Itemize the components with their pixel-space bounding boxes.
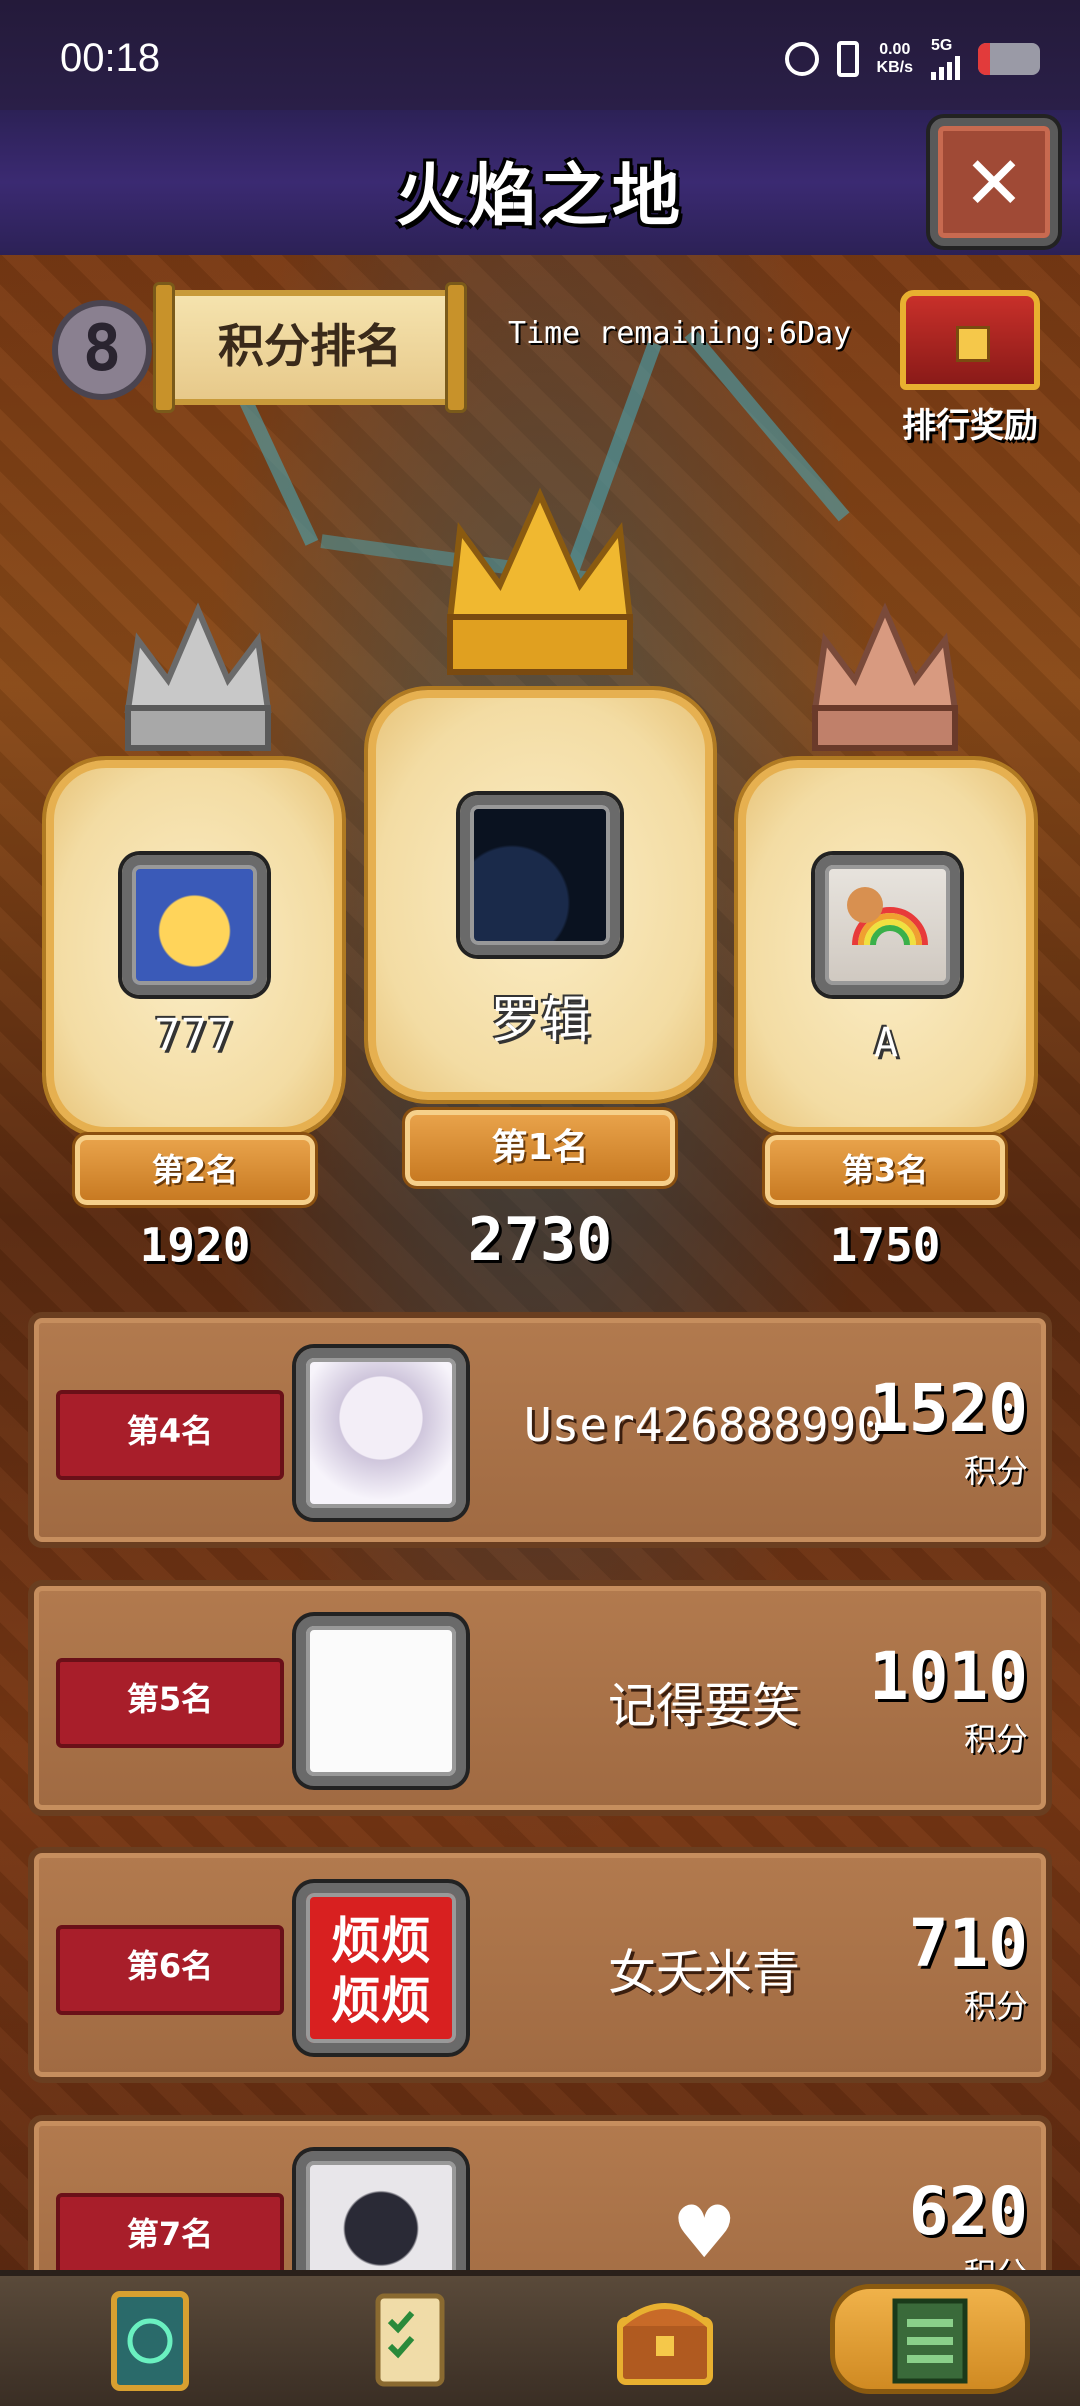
status-time: 00:18 bbox=[60, 36, 161, 80]
user-score: 1010 bbox=[869, 1638, 1028, 1715]
podium-score-2: 1920 bbox=[139, 1218, 251, 1272]
silver-crown-icon bbox=[118, 600, 278, 760]
season-badge[interactable]: 8 bbox=[52, 300, 152, 400]
avatar bbox=[815, 855, 960, 995]
treasure-chest-icon bbox=[900, 290, 1040, 390]
net-speed-value: 0.00 bbox=[879, 41, 911, 58]
podium-name-2: 777 bbox=[154, 1010, 234, 1061]
signal-icon: 5G bbox=[931, 38, 960, 80]
avatar bbox=[296, 1348, 466, 1518]
avatar bbox=[460, 795, 620, 955]
title-bar: 火焰之地 ✕ bbox=[0, 110, 1080, 255]
podium-rank-1: 第1名 bbox=[405, 1110, 675, 1186]
list-item[interactable]: 第4名 User426888990 1520 积分 bbox=[28, 1312, 1052, 1548]
rank-ribbon: 第4名 bbox=[56, 1390, 284, 1480]
leaderboard-icon bbox=[892, 2298, 968, 2384]
net-speed-unit: KB/s bbox=[876, 59, 913, 76]
status-icons: 0.00 KB/s 5G bbox=[784, 38, 1040, 80]
vibrate-icon bbox=[836, 41, 859, 77]
leaderboard-title: 积分排名 bbox=[153, 282, 467, 413]
status-bar: 00:18 0.00 KB/s 5G bbox=[0, 0, 1080, 110]
avatar bbox=[122, 855, 267, 995]
bronze-crown-icon bbox=[805, 600, 965, 760]
avatar: 烦烦 烦烦 bbox=[296, 1883, 466, 2053]
score-unit: 积分 bbox=[963, 1452, 1028, 1490]
treasure-chest-icon bbox=[617, 2303, 713, 2385]
user-name: 女夭米青 bbox=[607, 1945, 800, 2001]
podium-rank-3: 第3名 bbox=[765, 1135, 1005, 1205]
score-unit: 积分 bbox=[963, 1987, 1028, 2025]
avatar-text: 烦烦 bbox=[331, 1912, 431, 1970]
user-name: 记得要笑 bbox=[607, 1678, 800, 1734]
podium-name-1: 罗辑 bbox=[490, 991, 591, 1049]
user-name: User426888990 bbox=[523, 1398, 885, 1452]
close-button[interactable]: ✕ bbox=[930, 118, 1058, 246]
nav-treasure-chest[interactable] bbox=[610, 2286, 730, 2394]
avatar bbox=[296, 1616, 466, 1786]
signal-label: 5G bbox=[931, 37, 953, 54]
podium-name-3: A bbox=[873, 1020, 899, 1066]
page-title: 火焰之地 bbox=[395, 157, 684, 236]
close-icon: ✕ bbox=[966, 125, 1022, 230]
heart-icon[interactable]: ♥ bbox=[672, 2190, 737, 2274]
spell-card-icon bbox=[111, 2291, 189, 2391]
podium-score-1: 2730 bbox=[467, 1205, 613, 1275]
network-speed: 0.00 KB/s bbox=[877, 41, 913, 77]
score-unit: 积分 bbox=[963, 1720, 1028, 1758]
podium-rank-2: 第2名 bbox=[75, 1135, 315, 1205]
gold-crown-icon bbox=[440, 485, 640, 685]
rank-ribbon: 第6名 bbox=[56, 1925, 284, 2015]
user-score: 620 bbox=[908, 2173, 1028, 2250]
reward-label: 排行奖励 bbox=[902, 406, 1038, 446]
ranking-reward-button[interactable]: 排行奖励 bbox=[890, 290, 1050, 450]
list-item[interactable]: 第5名 记得要笑 1010 积分 bbox=[28, 1580, 1052, 1816]
bottom-nav bbox=[0, 2270, 1080, 2406]
user-score: 710 bbox=[908, 1905, 1028, 1982]
nav-spell-card[interactable] bbox=[100, 2286, 220, 2394]
avatar-text: 烦烦 bbox=[331, 1972, 431, 2030]
time-remaining: Time remaining:6Day bbox=[508, 316, 852, 351]
quest-scroll-icon bbox=[375, 2293, 445, 2387]
nav-leaderboard[interactable] bbox=[830, 2284, 1030, 2394]
list-item[interactable]: 第6名 烦烦 烦烦 女夭米青 710 积分 bbox=[28, 1847, 1052, 2083]
rank-ribbon: 第5名 bbox=[56, 1658, 284, 1748]
nav-quest-scroll[interactable] bbox=[360, 2286, 480, 2394]
alarm-icon bbox=[784, 42, 819, 76]
podium-score-3: 1750 bbox=[829, 1218, 941, 1272]
battery-icon bbox=[978, 43, 1040, 75]
user-score: 1520 bbox=[869, 1370, 1028, 1447]
